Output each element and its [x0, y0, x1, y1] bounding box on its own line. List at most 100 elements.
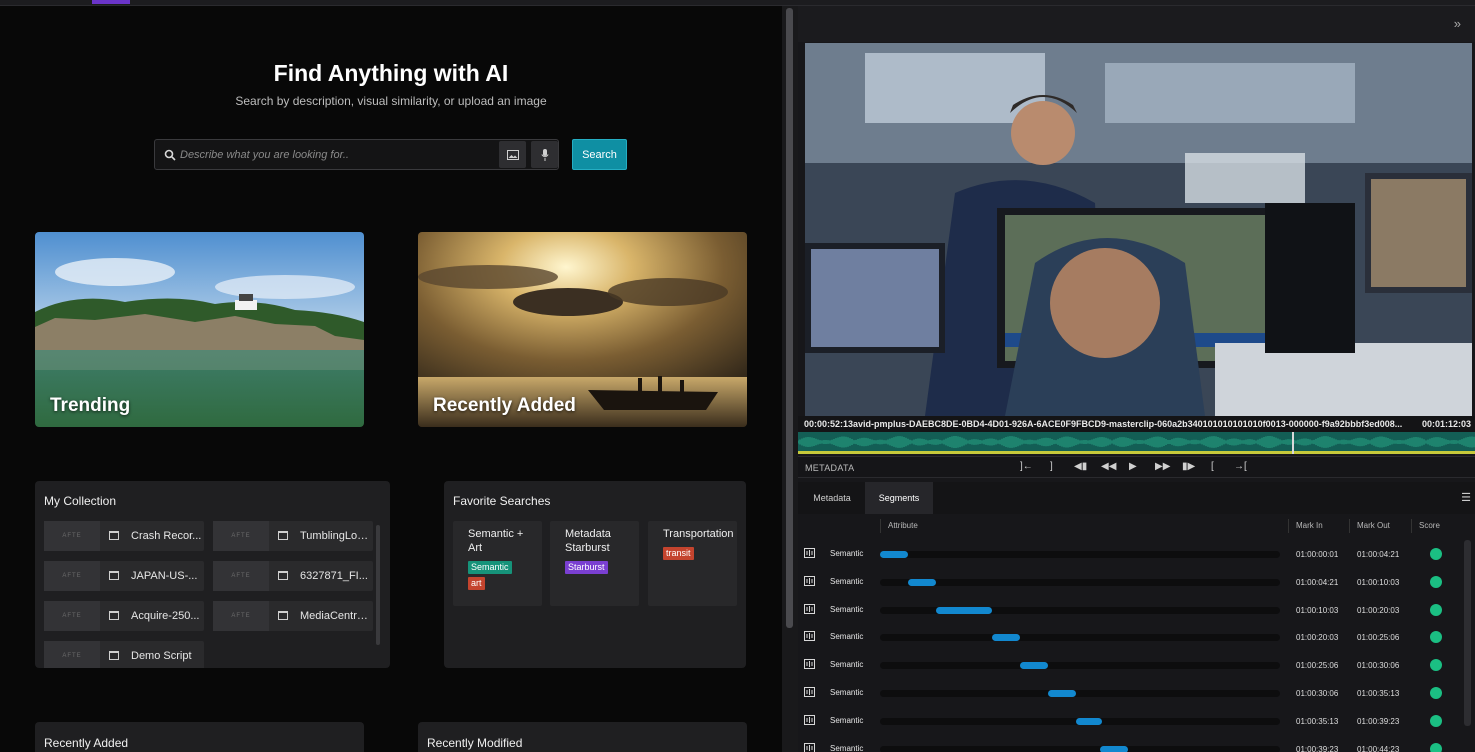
video-frame — [805, 43, 1472, 416]
column-attribute[interactable]: Attribute — [888, 521, 918, 530]
panel-splitter[interactable] — [782, 6, 798, 752]
play-icon[interactable]: ▶ — [1129, 461, 1137, 472]
search-input[interactable] — [180, 145, 490, 165]
segment-bar[interactable] — [1100, 745, 1128, 752]
voice-search-button[interactable] — [531, 141, 558, 168]
favorite-searches-panel: Favorite Searches Semantic + Art Semanti… — [444, 481, 746, 668]
segment-bar[interactable] — [908, 578, 936, 586]
segment-type: Semantic — [830, 715, 864, 725]
clip-name: avid-pmplus-DAEBC8DE-0BD4-4D01-926A-6ACE… — [853, 419, 1403, 429]
segment-bar[interactable] — [936, 606, 992, 614]
collection-thumbnail: AFTE — [44, 521, 100, 551]
collapse-panel-icon[interactable]: » — [1454, 16, 1461, 31]
mark-out-icon[interactable]: ] — [1050, 461, 1053, 472]
video-player[interactable] — [805, 43, 1472, 416]
audio-waveform-scrubber[interactable] — [798, 432, 1475, 454]
column-score[interactable]: Score — [1419, 521, 1440, 530]
segment-row[interactable]: Semantic 01:00:10:03 01:00:20:03 — [798, 596, 1466, 624]
segment-row[interactable]: Semantic 01:00:20:03 01:00:25:06 — [798, 623, 1466, 651]
collection-thumbnail: AFTE — [44, 561, 100, 591]
collection-item[interactable]: AFTE Crash Recor... — [44, 521, 204, 551]
folder-icon — [109, 571, 119, 580]
collection-item[interactable]: AFTE Acquire-250... — [44, 601, 204, 631]
tab-metadata[interactable]: Metadata — [802, 482, 862, 514]
active-tab-indicator — [92, 0, 130, 4]
collection-item[interactable]: AFTE Demo Script — [44, 641, 204, 668]
segments-scrollbar[interactable] — [1464, 540, 1471, 726]
menu-icon[interactable]: ☰ — [1461, 491, 1471, 504]
segment-timeline-track[interactable] — [880, 745, 1280, 752]
trending-tile[interactable]: Trending — [35, 232, 364, 427]
favorite-search-card[interactable]: Transportation transit — [648, 521, 737, 606]
timecode-bar: 00:00:52:13 avid-pmplus-DAEBC8DE-0BD4-4D… — [798, 416, 1475, 432]
favorite-search-label: Semantic + Art — [468, 528, 524, 554]
segment-bar[interactable] — [1048, 690, 1076, 697]
segment-timeline-track[interactable] — [880, 690, 1280, 697]
go-to-in-icon[interactable]: [ — [1211, 461, 1214, 472]
collection-item-label: Acquire-250... — [131, 610, 200, 622]
segment-timeline-track[interactable] — [880, 578, 1280, 586]
mark-in-icon[interactable]: ]← — [1020, 461, 1033, 472]
segment-bar[interactable] — [880, 551, 908, 558]
segment-row[interactable]: Semantic 01:00:25:06 01:00:30:06 — [798, 651, 1466, 679]
search-icon — [164, 149, 176, 161]
collection-thumbnail: AFTE — [44, 601, 100, 631]
tab-segments[interactable]: Segments — [865, 482, 933, 514]
go-to-out-icon[interactable]: →[ — [1234, 461, 1247, 472]
image-upload-button[interactable] — [499, 141, 526, 168]
segment-type: Semantic — [830, 549, 864, 558]
segment-timeline-track[interactable] — [880, 551, 1280, 558]
segment-mark-out: 01:00:30:06 — [1357, 661, 1400, 671]
segment-timeline-track[interactable] — [880, 634, 1280, 642]
column-divider — [1349, 519, 1350, 533]
collection-thumbnail: AFTE — [213, 521, 269, 551]
collection-scrollbar[interactable] — [376, 525, 380, 645]
step-back-icon[interactable]: ◀▮ — [1074, 461, 1087, 472]
semantic-icon — [804, 687, 815, 697]
segment-row[interactable]: Semantic 01:00:30:06 01:00:35:13 — [798, 679, 1466, 707]
collection-item-label: JAPAN-US-... — [131, 570, 198, 582]
step-forward-icon[interactable]: ▮▶ — [1182, 461, 1195, 472]
segment-row[interactable]: Semantic 01:00:04:21 01:00:10:03 — [798, 568, 1466, 596]
image-icon — [506, 149, 519, 160]
rewind-icon[interactable]: ◀◀ — [1101, 461, 1116, 472]
favorite-search-card[interactable]: Semantic + Art Semantic art — [453, 521, 542, 606]
collection-item[interactable]: AFTE MediaCentra... — [213, 601, 373, 631]
collection-item[interactable]: AFTE 6327871_FI... — [213, 561, 373, 591]
segment-row[interactable]: Semantic 01:00:39:23 01:00:44:23 — [798, 735, 1466, 752]
playhead[interactable] — [1292, 432, 1294, 454]
recently-added-panel-title: Recently Added — [44, 736, 129, 750]
segment-bar[interactable] — [992, 634, 1020, 642]
segment-mark-in: 01:00:39:23 — [1296, 744, 1339, 752]
segment-row[interactable]: Semantic 01:00:00:01 01:00:04:21 — [798, 540, 1466, 568]
segment-mark-out: 01:00:25:06 — [1357, 633, 1400, 643]
score-indicator — [1430, 742, 1442, 752]
fast-forward-icon[interactable]: ▶▶ — [1155, 461, 1170, 472]
segment-timeline-track[interactable] — [880, 717, 1280, 725]
semantic-icon — [804, 659, 815, 670]
column-divider — [880, 519, 881, 533]
my-collection-panel: My Collection AFTE Crash Recor... AFTE T… — [35, 481, 390, 668]
segment-mark-out: 01:00:10:03 — [1357, 577, 1400, 587]
segment-mark-out: 01:00:39:23 — [1357, 716, 1400, 726]
search-button[interactable]: Search — [572, 139, 627, 170]
recently-added-tile[interactable]: Recently Added — [418, 232, 747, 427]
collection-item-label: Crash Recor... — [131, 530, 202, 542]
left-panel-scrollbar[interactable] — [786, 8, 793, 628]
favorite-searches-title: Favorite Searches — [453, 494, 551, 508]
segment-timeline-track[interactable] — [880, 606, 1280, 614]
segment-bar[interactable] — [1076, 717, 1102, 725]
segment-bar[interactable] — [1020, 662, 1048, 670]
media-viewer-panel: » 00:00:52:13 avid-pmplus-DAEBC8DE-0BD4-… — [798, 6, 1475, 752]
collection-item[interactable]: AFTE JAPAN-US-... — [44, 561, 204, 591]
collection-item[interactable]: AFTE TumblingLog... — [213, 521, 373, 551]
favorite-search-card[interactable]: Metadata Starburst Starburst — [550, 521, 639, 606]
segment-type: Semantic — [830, 576, 864, 586]
recently-modified-panel: Recently Modified — [418, 722, 747, 752]
segment-row[interactable]: Semantic 01:00:35:13 01:00:39:23 — [798, 707, 1466, 735]
column-mark-out[interactable]: Mark Out — [1357, 521, 1390, 530]
segment-timeline-track[interactable] — [880, 662, 1280, 670]
column-divider — [1288, 519, 1289, 533]
collection-thumbnail: AFTE — [213, 561, 269, 591]
column-mark-in[interactable]: Mark In — [1296, 521, 1323, 530]
